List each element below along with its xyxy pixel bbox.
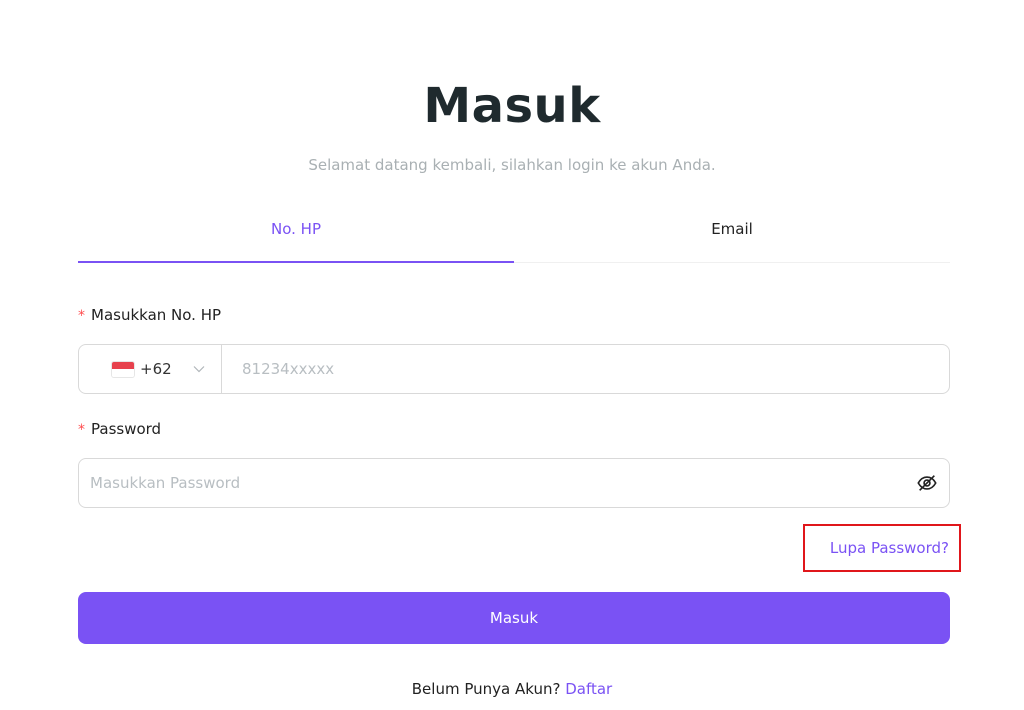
signup-prompt-text: Belum Punya Akun? [411, 680, 561, 698]
phone-input-group: +62 [78, 344, 950, 394]
chevron-down-icon [193, 366, 205, 373]
login-method-tabs: No. HP Email [78, 212, 950, 263]
required-mark: * [78, 308, 85, 324]
eye-slash-icon[interactable] [916, 472, 938, 494]
signup-link[interactable]: Daftar [565, 680, 612, 698]
page-subtitle: Selamat datang kembali, silahkan login k… [308, 156, 716, 174]
signup-prompt: Belum Punya Akun? Daftar [0, 680, 1024, 698]
country-code: +62 [140, 360, 172, 378]
required-mark: * [78, 422, 85, 438]
phone-input[interactable] [222, 345, 949, 393]
password-label-text: Password [91, 420, 162, 438]
forgot-password-link[interactable]: Lupa Password? [830, 539, 949, 557]
password-label: * Password [78, 420, 161, 438]
page-title: Masuk [423, 78, 601, 134]
tab-phone[interactable]: No. HP [78, 212, 514, 263]
tab-email[interactable]: Email [514, 212, 950, 262]
indonesia-flag-icon [112, 361, 134, 377]
phone-label: * Masukkan No. HP [78, 306, 221, 324]
country-code-select[interactable]: +62 [79, 345, 222, 393]
password-input-group [78, 458, 950, 508]
phone-label-text: Masukkan No. HP [91, 306, 222, 324]
login-button[interactable]: Masuk [78, 592, 950, 644]
password-input[interactable] [79, 459, 916, 507]
